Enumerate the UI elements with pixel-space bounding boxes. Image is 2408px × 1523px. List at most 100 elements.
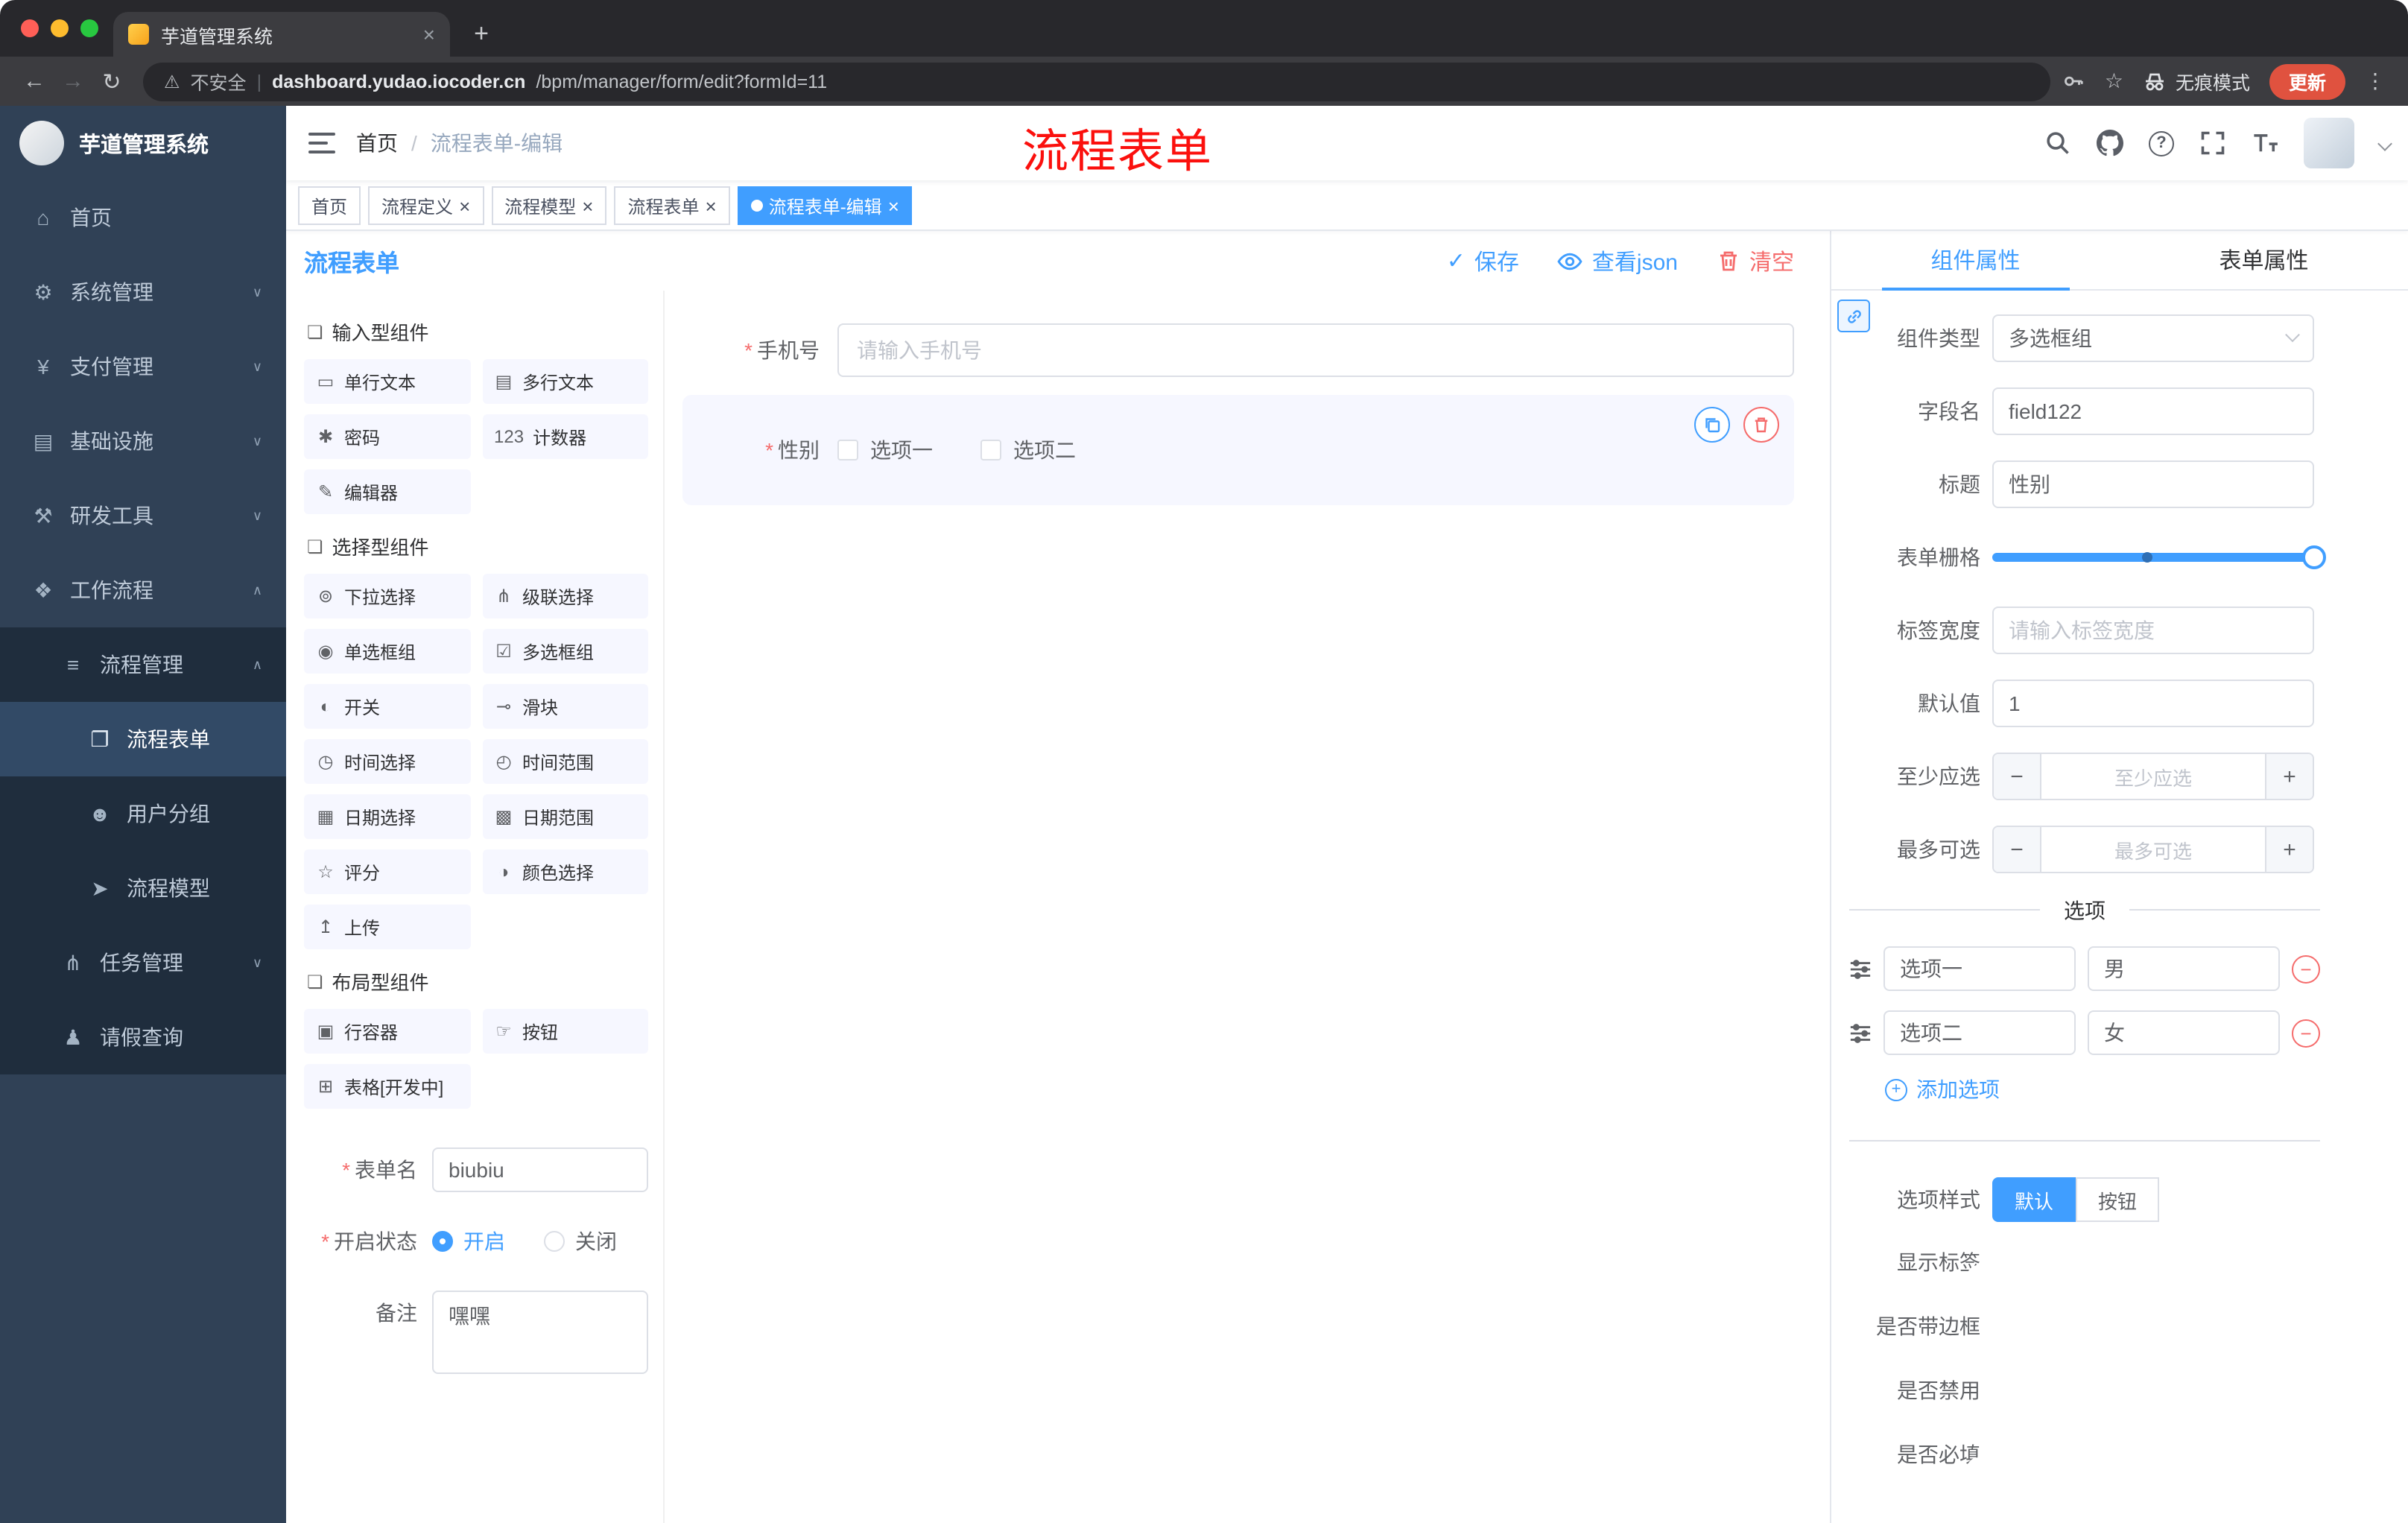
option-style-button[interactable]: 按钮 [2076, 1177, 2160, 1222]
breadcrumb-home[interactable]: 首页 [356, 128, 398, 158]
tags-view-tab[interactable]: 流程模型 × [491, 186, 607, 225]
palette-component[interactable]: ◉ 单选框组 [304, 629, 470, 674]
option-value-input[interactable] [2088, 1010, 2280, 1055]
option-value-input[interactable] [2088, 946, 2280, 991]
checkbox-icon[interactable] [980, 440, 1001, 460]
tags-view-tab[interactable]: 首页 × [298, 186, 361, 225]
option-label-input[interactable] [1883, 1010, 2076, 1055]
tag-close-icon[interactable]: × [706, 196, 717, 215]
github-icon[interactable] [2097, 130, 2123, 156]
tags-view-tab[interactable]: 流程表单 × [614, 186, 730, 225]
sidebar-menu-item[interactable]: ▤ 基础设施 ∨ [0, 404, 286, 478]
title-input[interactable] [1992, 460, 2314, 508]
gender-checkbox[interactable]: 选项一 [837, 435, 933, 465]
key-icon[interactable] [2063, 70, 2085, 92]
sidebar-menu-item[interactable]: ⋔ 任务管理 ∨ [0, 925, 286, 1000]
properties-tab[interactable]: 表单属性 [2120, 231, 2408, 289]
palette-component[interactable]: ▦ 日期选择 [304, 794, 470, 839]
palette-component[interactable]: ☞ 按钮 [482, 1009, 648, 1054]
palette-component[interactable]: ◴ 时间范围 [482, 739, 648, 784]
palette-component[interactable]: ▤ 多行文本 [482, 359, 648, 404]
sidebar-menu-item[interactable]: ☻ 用户分组 [0, 776, 286, 851]
form-remark-textarea[interactable]: 嘿嘿 [432, 1291, 648, 1374]
component-type-select[interactable]: 多选框组 [1992, 314, 2314, 362]
browser-menu-icon[interactable]: ⋮ [2365, 69, 2387, 94]
field-name-input[interactable] [1992, 387, 2314, 435]
sidebar-menu-item[interactable]: ❖ 工作流程 ∧ [0, 553, 286, 627]
window-minimize-button[interactable] [51, 19, 69, 37]
phone-input[interactable] [837, 323, 1794, 377]
sidebar-menu-item[interactable]: ➤ 流程模型 [0, 851, 286, 925]
forward-icon[interactable]: → [54, 69, 92, 94]
palette-component[interactable]: ⊸ 滑块 [482, 684, 648, 729]
form-grid-slider[interactable] [1992, 533, 2326, 581]
window-zoom-button[interactable] [80, 19, 98, 37]
max-select-value[interactable]: 最多可选 [2041, 827, 2265, 872]
increase-button[interactable]: + [2265, 754, 2313, 799]
new-tab-button[interactable]: + [462, 15, 501, 54]
delete-component-button[interactable] [1743, 407, 1779, 443]
decrease-button[interactable]: − [1994, 754, 2041, 799]
sidebar-menu-item[interactable]: ¥ 支付管理 ∨ [0, 329, 286, 404]
link-field-icon[interactable] [1837, 300, 1870, 332]
avatar-caret-icon[interactable] [2377, 136, 2392, 151]
status-radio[interactable]: 关闭 [544, 1226, 617, 1256]
checkbox-icon[interactable] [837, 440, 858, 460]
palette-component[interactable]: ↥ 上传 [304, 905, 470, 949]
search-icon[interactable] [2044, 130, 2071, 156]
palette-component[interactable]: ⋔ 级联选择 [482, 574, 648, 618]
palette-component[interactable]: ✱ 密码 [304, 414, 470, 459]
reload-icon[interactable]: ↻ [92, 68, 131, 95]
palette-component[interactable]: ☆ 评分 [304, 849, 470, 894]
palette-component[interactable]: ▩ 日期范围 [482, 794, 648, 839]
save-button[interactable]: ✓ 保存 [1447, 245, 1519, 276]
sidebar-menu-item[interactable]: ♟ 请假查询 [0, 1000, 286, 1074]
decrease-button[interactable]: − [1994, 827, 2041, 872]
slider-handle[interactable] [2302, 545, 2326, 569]
sidebar-menu-item[interactable]: ⚙ 系统管理 ∨ [0, 255, 286, 329]
sidebar-logo[interactable]: 芋道管理系统 [0, 106, 286, 180]
bookmark-star-icon[interactable]: ☆ [2105, 69, 2123, 94]
fullscreen-icon[interactable] [2199, 130, 2226, 156]
address-bar[interactable]: ⚠ 不安全 | dashboard.yudao.iocoder.cn/bpm/m… [143, 62, 2051, 101]
user-avatar[interactable] [2304, 118, 2354, 168]
palette-component[interactable]: 123 计数器 [482, 414, 648, 459]
sidebar-menu-item[interactable]: ❐ 流程表单 [0, 702, 286, 776]
palette-component[interactable]: ◷ 时间选择 [304, 739, 470, 784]
sidebar-menu-item[interactable]: ≡ 流程管理 ∧ [0, 627, 286, 702]
tag-close-icon[interactable]: × [459, 196, 470, 215]
drag-handle-icon[interactable] [1849, 957, 1872, 980]
gender-checkbox[interactable]: 选项二 [980, 435, 1076, 465]
canvas-field-gender-selected[interactable]: * 性别 选项一 选项二 [682, 395, 1794, 505]
drag-handle-icon[interactable] [1849, 1022, 1872, 1044]
browser-update-button[interactable]: 更新 [2269, 63, 2345, 99]
option-style-button[interactable]: 默认 [1992, 1177, 2076, 1222]
remove-option-button[interactable]: − [2292, 954, 2320, 983]
palette-component[interactable]: ▭ 单行文本 [304, 359, 470, 404]
hamburger-icon[interactable] [308, 133, 335, 153]
view-json-button[interactable]: 查看json [1558, 245, 1678, 276]
add-option-button[interactable]: + 添加选项 [1885, 1074, 2313, 1104]
slider-track[interactable] [1992, 545, 2326, 569]
palette-component[interactable]: ⊚ 下拉选择 [304, 574, 470, 618]
remove-option-button[interactable]: − [2292, 1019, 2320, 1047]
form-name-input[interactable] [432, 1147, 648, 1192]
copy-component-button[interactable] [1694, 407, 1730, 443]
sidebar-menu-item[interactable]: ⚒ 研发工具 ∨ [0, 478, 286, 553]
canvas-field-phone[interactable]: * 手机号 [682, 323, 1794, 377]
palette-component[interactable]: ☑ 多选框组 [482, 629, 648, 674]
label-width-input[interactable] [1992, 607, 2314, 654]
increase-button[interactable]: + [2265, 827, 2313, 872]
palette-component[interactable]: ▣ 行容器 [304, 1009, 470, 1054]
sidebar-menu-item[interactable]: ⌂ 首页 [0, 180, 286, 255]
default-value-input[interactable] [1992, 680, 2314, 727]
properties-tab[interactable]: 组件属性 [1831, 231, 2120, 291]
min-select-value[interactable]: 至少应选 [2041, 754, 2265, 799]
clear-button[interactable]: 清空 [1717, 245, 1794, 276]
palette-component[interactable]: ✎ 编辑器 [304, 469, 470, 514]
palette-component[interactable]: ◐ 开关 [304, 684, 470, 729]
back-icon[interactable]: ← [15, 69, 54, 94]
palette-component[interactable]: ◑ 颜色选择 [482, 849, 648, 894]
tab-close-icon[interactable]: × [423, 22, 435, 46]
tags-view-tab[interactable]: 流程表单-编辑 × [737, 186, 913, 225]
